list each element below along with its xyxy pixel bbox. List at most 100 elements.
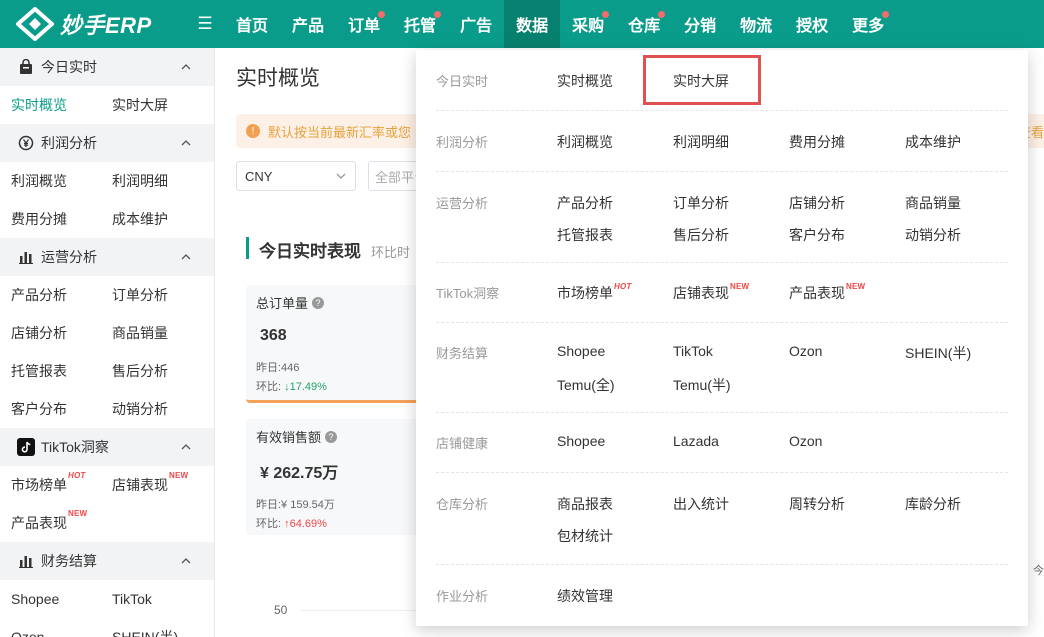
chevron-up-icon[interactable] bbox=[180, 554, 192, 570]
info-icon: ! bbox=[246, 124, 260, 138]
stat-card-orders[interactable]: 总订单量? 368 昨日:446 环比: ↓17.49% bbox=[246, 285, 421, 403]
dropdown-menu-item[interactable]: 产品表现NEW bbox=[789, 282, 905, 303]
logo[interactable]: 妙手ERP bbox=[0, 0, 190, 48]
nav-item[interactable]: 订单 bbox=[336, 0, 392, 48]
dropdown-menu-item-label: 费用分摊 bbox=[789, 134, 845, 150]
sidebar-item-label: TikTok bbox=[112, 591, 152, 607]
sidebar-item[interactable]: 成本维护 bbox=[112, 200, 213, 238]
sidebar-item[interactable]: 产品分析 bbox=[11, 276, 112, 314]
dropdown-menu-item[interactable]: 绩效管理 bbox=[557, 586, 673, 606]
sidebar-item[interactable]: 订单分析 bbox=[112, 276, 213, 314]
sidebar-item-label: 产品分析 bbox=[11, 287, 67, 303]
sidebar-item[interactable]: SHEIN(半) bbox=[112, 618, 213, 637]
dropdown-menu-item[interactable]: Lazada bbox=[673, 433, 789, 452]
nav-item[interactable]: 托管 bbox=[392, 0, 448, 48]
dropdown-menu-item[interactable]: 店铺分析 bbox=[789, 193, 905, 213]
sidebar-item[interactable]: 托管报表 bbox=[11, 352, 112, 390]
dropdown-menu-item-label: 动销分析 bbox=[905, 227, 961, 243]
dropdown-menu-item[interactable]: 成本维护 bbox=[905, 132, 1021, 152]
nav-item[interactable]: 物流 bbox=[728, 0, 784, 48]
sidebar: 今日实时 实时概览 实时大屏 利润分析 利润概览 利润明细费用分摊 成本维护 运营分析产品分析… bbox=[0, 48, 215, 637]
dropdown-menu-item[interactable]: 实时大屏 bbox=[673, 71, 789, 91]
dropdown-menu-item[interactable]: 出入统计 bbox=[673, 494, 789, 514]
dropdown-menu-item[interactable]: 费用分摊 bbox=[789, 132, 905, 152]
dropdown-menu-item[interactable]: 市场榜单HOT bbox=[557, 282, 673, 303]
sidebar-item[interactable]: 市场榜单 HOT bbox=[11, 466, 112, 504]
sidebar-section-header[interactable]: 财务结算 bbox=[0, 542, 214, 580]
dropdown-menu-item-label: 售后分析 bbox=[673, 227, 729, 243]
dropdown-menu-item[interactable]: 订单分析 bbox=[673, 193, 789, 213]
dropdown-menu-item[interactable]: Ozon bbox=[789, 433, 905, 452]
menu-toggle-icon[interactable]: ☰ bbox=[190, 0, 220, 48]
nav-item[interactable]: 授权 bbox=[784, 0, 840, 48]
partial-text: 今 bbox=[1033, 565, 1044, 577]
sidebar-item[interactable]: Ozon bbox=[11, 618, 112, 637]
sidebar-item-label: 费用分摊 bbox=[11, 211, 67, 227]
dropdown-menu-item[interactable]: 商品销量 bbox=[905, 193, 1021, 213]
dropdown-menu-item[interactable]: 售后分析 bbox=[673, 225, 789, 245]
dropdown-menu-item[interactable]: SHEIN(半) bbox=[905, 343, 1021, 363]
dropdown-group-items: 利润概览 利润明细 费用分摊 成本维护 bbox=[557, 132, 1021, 152]
help-icon[interactable]: ? bbox=[312, 296, 325, 309]
dropdown-menu-item[interactable]: 利润概览 bbox=[557, 132, 673, 152]
nav-item[interactable]: 首页 bbox=[224, 0, 280, 48]
sidebar-item[interactable]: Shopee bbox=[11, 580, 112, 618]
dropdown-menu-item[interactable]: 托管报表 bbox=[557, 225, 673, 245]
nav-item[interactable]: 仓库 bbox=[616, 0, 672, 48]
chevron-up-icon[interactable] bbox=[180, 60, 192, 76]
sidebar-section-header[interactable]: 运营分析 bbox=[0, 238, 214, 276]
menu-divider bbox=[436, 564, 1008, 565]
dropdown-menu-item[interactable]: Ozon bbox=[789, 343, 905, 363]
dropdown-menu-item[interactable]: 库龄分析 bbox=[905, 494, 1021, 514]
dropdown-group-items: Shopee Lazada Ozon bbox=[557, 433, 1021, 452]
dropdown-menu-item[interactable]: 实时概览 bbox=[557, 71, 673, 91]
dropdown-menu-item[interactable]: 产品分析 bbox=[557, 193, 673, 213]
nav-item[interactable]: 数据 bbox=[504, 0, 561, 48]
dropdown-menu-item[interactable]: 利润明细 bbox=[673, 132, 789, 152]
sidebar-item[interactable]: 店铺分析 bbox=[11, 314, 112, 352]
sidebar-item[interactable]: 动销分析 bbox=[112, 390, 213, 428]
sidebar-item[interactable]: 利润概览 bbox=[11, 162, 112, 200]
sidebar-item[interactable]: TikTok bbox=[112, 580, 213, 618]
dropdown-menu-item[interactable]: Temu(半) bbox=[673, 375, 789, 395]
sidebar-item[interactable]: 实时概览 bbox=[11, 86, 112, 124]
nav-item[interactable]: 分销 bbox=[672, 0, 728, 48]
nav-item[interactable]: 产品 bbox=[280, 0, 336, 48]
dropdown-menu-item[interactable]: Shopee bbox=[557, 343, 673, 363]
dropdown-menu-item[interactable]: 包材统计 bbox=[557, 526, 673, 546]
sidebar-item[interactable]: 店铺表现 NEW bbox=[112, 466, 213, 504]
dropdown-menu-item[interactable]: Temu(全) bbox=[557, 375, 673, 395]
sidebar-item[interactable]: 实时大屏 bbox=[112, 86, 213, 124]
sidebar-item[interactable]: 售后分析 bbox=[112, 352, 213, 390]
sidebar-item[interactable]: 商品销量 bbox=[112, 314, 213, 352]
dropdown-menu-item[interactable]: Shopee bbox=[557, 433, 673, 452]
sidebar-item[interactable]: 产品表现 NEW bbox=[11, 504, 112, 542]
dropdown-menu-item[interactable]: 店铺表现NEW bbox=[673, 282, 789, 303]
dropdown-menu-item[interactable]: 客户分布 bbox=[789, 225, 905, 245]
nav-item[interactable]: 广告 bbox=[448, 0, 504, 48]
dropdown-menu-item-label: Temu(半) bbox=[673, 377, 731, 393]
nav-item[interactable]: 采购 bbox=[560, 0, 616, 48]
dropdown-menu-item[interactable]: TikTok bbox=[673, 343, 789, 363]
compare-value: ↑64.69% bbox=[284, 518, 327, 530]
chevron-up-icon[interactable] bbox=[180, 250, 192, 266]
stat-card-sales[interactable]: 有效销售额? ¥ 262.75万 昨日:¥ 159.54万 环比: ↑64.69… bbox=[246, 419, 421, 535]
new-badge: NEW bbox=[846, 282, 866, 291]
sidebar-item[interactable]: 利润明细 bbox=[112, 162, 213, 200]
chevron-up-icon[interactable] bbox=[180, 440, 192, 456]
nav-item[interactable]: 更多 bbox=[840, 0, 896, 48]
chevron-up-icon[interactable] bbox=[180, 136, 192, 152]
dropdown-menu-item[interactable]: 动销分析 bbox=[905, 225, 1021, 245]
currency-select[interactable]: CNY bbox=[236, 161, 356, 191]
sidebar-section-header[interactable]: 今日实时 bbox=[0, 48, 214, 86]
menu-divider bbox=[436, 472, 1008, 473]
dropdown-menu-item[interactable]: 周转分析 bbox=[789, 494, 905, 514]
sidebar-item[interactable]: 费用分摊 bbox=[11, 200, 112, 238]
sidebar-section-header[interactable]: TikTok洞察 bbox=[0, 428, 214, 466]
menu-divider bbox=[436, 412, 1008, 413]
help-icon[interactable]: ? bbox=[325, 430, 338, 443]
sidebar-section-header[interactable]: 利润分析 bbox=[0, 124, 214, 162]
sidebar-item[interactable]: 客户分布 bbox=[11, 390, 112, 428]
nav-item-label: 数据 bbox=[516, 18, 549, 35]
dropdown-menu-item[interactable]: 商品报表 bbox=[557, 494, 673, 514]
